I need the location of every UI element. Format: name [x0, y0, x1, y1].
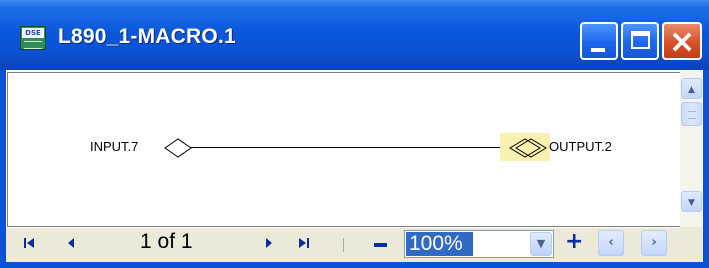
app-icon: DSE — [20, 26, 46, 50]
close-icon: × — [668, 22, 696, 60]
chevron-up-icon: ▲ — [688, 85, 695, 95]
previous-page-icon[interactable] — [66, 237, 76, 249]
output-pin-diamond[interactable] — [508, 137, 548, 159]
window-frame: DSE L890_1-MACRO.1 × INPUT.7 OUTPUT.2 ▲ … — [0, 0, 709, 268]
zoom-dropdown-button[interactable]: ▼ — [530, 232, 552, 256]
next-page-icon[interactable] — [264, 237, 274, 249]
zoom-out-button[interactable] — [374, 243, 387, 247]
vertical-scrollbar[interactable]: ▲ ▼ — [680, 70, 703, 227]
input-port-label: INPUT.7 — [90, 139, 139, 154]
zoom-value[interactable]: 100% — [406, 232, 473, 256]
chevron-down-icon: ▼ — [688, 198, 695, 208]
grip-icon — [688, 111, 696, 119]
output-port-label: OUTPUT.2 — [549, 139, 612, 154]
chevron-right-icon: › — [651, 235, 657, 250]
zoom-combobox[interactable]: 100% ▼ — [404, 230, 554, 258]
last-page-icon[interactable] — [297, 237, 311, 249]
minimize-button[interactable] — [580, 22, 618, 60]
title-bar[interactable]: DSE L890_1-MACRO.1 × — [0, 0, 709, 70]
zoom-in-button[interactable]: + — [565, 229, 583, 254]
page-indicator: 1 of 1 — [140, 230, 193, 253]
window-title: L890_1-MACRO.1 — [58, 25, 236, 48]
scroll-corner — [680, 227, 703, 262]
scroll-down-button[interactable]: ▼ — [681, 191, 702, 212]
app-icon-lines — [24, 41, 42, 49]
scroll-right-button[interactable]: › — [641, 230, 667, 256]
wire-connection[interactable] — [191, 147, 513, 148]
input-pin-diamond[interactable] — [164, 137, 192, 159]
scroll-up-button[interactable]: ▲ — [681, 78, 702, 99]
app-icon-label: DSE — [22, 28, 44, 38]
close-button[interactable]: × — [662, 22, 702, 60]
toolbar-separator — [343, 238, 344, 252]
first-page-icon[interactable] — [23, 237, 37, 249]
maximize-button[interactable] — [621, 22, 659, 60]
maximize-icon — [631, 31, 650, 49]
scroll-left-button[interactable]: ‹ — [598, 230, 624, 256]
minimize-icon — [591, 48, 605, 52]
chevron-left-icon: ‹ — [608, 235, 614, 250]
chevron-down-icon: ▼ — [536, 237, 546, 250]
scroll-thumb[interactable] — [681, 102, 702, 126]
